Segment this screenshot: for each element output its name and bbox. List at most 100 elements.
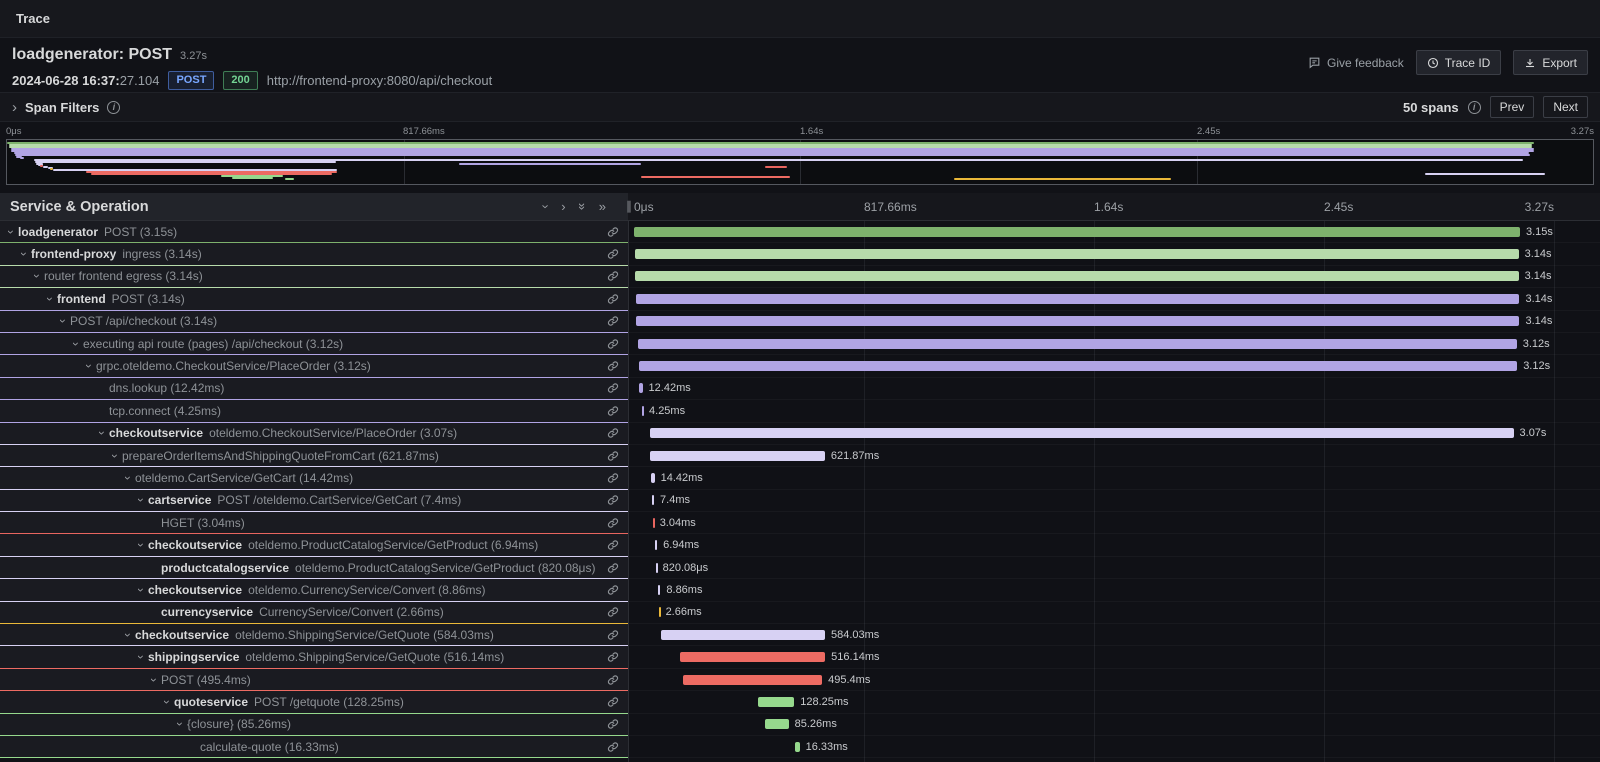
span-bar[interactable] (653, 518, 655, 528)
span-row[interactable]: ›quoteservicePOST /getquote (128.25ms)12… (0, 691, 1600, 713)
span-name-cell[interactable]: ›grpc.oteldemo.CheckoutService/PlaceOrde… (0, 355, 628, 377)
chevron-right-icon[interactable]: › (12, 100, 17, 115)
export-button[interactable]: Export (1513, 50, 1588, 75)
span-link-icon[interactable] (601, 584, 628, 596)
span-name-cell[interactable]: currencyserviceCurrencyService/Convert (… (0, 602, 628, 624)
span-name-cell[interactable]: tcp.connect (4.25ms) (0, 400, 628, 422)
span-bar[interactable] (656, 563, 658, 573)
span-bar[interactable] (638, 339, 1517, 349)
span-row[interactable]: ›shippingserviceoteldemo.ShippingService… (0, 646, 1600, 668)
span-bar[interactable] (659, 607, 661, 617)
span-name-cell[interactable]: ›checkoutserviceoteldemo.CheckoutService… (0, 423, 628, 445)
span-timeline-cell[interactable]: 7.4ms (628, 490, 1600, 512)
expand-chevron-icon[interactable]: › (135, 538, 147, 552)
expand-chevron-icon[interactable]: › (109, 449, 121, 463)
span-link-icon[interactable] (601, 427, 628, 439)
expand-chevron-icon[interactable]: › (135, 493, 147, 507)
expand-chevron-icon[interactable]: › (44, 292, 56, 306)
span-timeline-cell[interactable]: 16.33ms (628, 736, 1600, 758)
span-name-cell[interactable]: ›loadgeneratorPOST (3.15s) (0, 221, 628, 243)
span-link-icon[interactable] (601, 674, 628, 686)
span-timeline-cell[interactable]: 584.03ms (628, 624, 1600, 646)
expand-chevron-icon[interactable]: › (18, 247, 30, 261)
span-row[interactable]: ›POST (495.4ms)495.4ms (0, 669, 1600, 691)
next-span-button[interactable]: Next (1543, 96, 1588, 118)
span-timeline-cell[interactable]: 3.12s (628, 333, 1600, 355)
span-timeline-cell[interactable]: 4.25ms (628, 400, 1600, 422)
span-filters-label[interactable]: Span Filters (25, 100, 99, 115)
span-row[interactable]: ›frontend-proxyingress (3.14s)3.14s (0, 243, 1600, 265)
give-feedback-button[interactable]: Give feedback (1308, 56, 1404, 70)
span-row[interactable]: ›cartservicePOST /oteldemo.CartService/G… (0, 490, 1600, 512)
span-row[interactable]: tcp.connect (4.25ms)4.25ms (0, 400, 1600, 422)
span-bar[interactable] (758, 697, 794, 707)
span-timeline-cell[interactable]: 3.12s (628, 355, 1600, 377)
span-name-cell[interactable]: ›shippingserviceoteldemo.ShippingService… (0, 646, 628, 668)
expand-chevron-icon[interactable]: › (31, 269, 43, 283)
span-link-icon[interactable] (601, 517, 628, 529)
span-name-cell[interactable]: ›checkoutserviceoteldemo.ProductCatalogS… (0, 534, 628, 556)
span-link-icon[interactable] (601, 226, 628, 238)
expand-chevron-icon[interactable]: › (57, 314, 69, 328)
span-timeline-cell[interactable]: 2.66ms (628, 602, 1600, 624)
span-row[interactable]: ›grpc.oteldemo.CheckoutService/PlaceOrde… (0, 355, 1600, 377)
span-bar[interactable] (635, 249, 1518, 259)
span-bar[interactable] (658, 585, 660, 595)
span-timeline-cell[interactable]: 3.14s (628, 288, 1600, 310)
span-row[interactable]: calculate-quote (16.33ms)16.33ms (0, 736, 1600, 758)
expand-chevron-icon[interactable]: › (174, 717, 186, 731)
span-link-icon[interactable] (601, 338, 628, 350)
span-bar[interactable] (639, 383, 642, 393)
expand-chevron-icon[interactable]: › (122, 628, 134, 642)
expand-chevron-icon[interactable]: › (135, 650, 147, 664)
expand-chevron-icon[interactable]: › (161, 695, 173, 709)
span-link-icon[interactable] (601, 315, 628, 327)
span-row[interactable]: ›prepareOrderItemsAndShippingQuoteFromCa… (0, 445, 1600, 467)
span-timeline-cell[interactable]: 3.04ms (628, 512, 1600, 534)
span-bar[interactable] (636, 294, 1519, 304)
span-timeline-cell[interactable]: 621.87ms (628, 445, 1600, 467)
span-bar[interactable] (683, 675, 822, 685)
span-link-icon[interactable] (601, 696, 628, 708)
span-link-icon[interactable] (601, 718, 628, 730)
span-name-cell[interactable]: ›frontendPOST (3.14s) (0, 288, 628, 310)
span-timeline-cell[interactable]: 8.86ms (628, 579, 1600, 601)
span-row[interactable]: ›checkoutserviceoteldemo.ShippingService… (0, 624, 1600, 646)
span-link-icon[interactable] (601, 629, 628, 641)
span-row[interactable]: ›executing api route (pages) /api/checko… (0, 333, 1600, 355)
span-name-cell[interactable]: calculate-quote (16.33ms) (0, 736, 628, 758)
expand-chevron-icon[interactable]: › (148, 673, 160, 687)
span-name-cell[interactable]: ›executing api route (pages) /api/checko… (0, 333, 628, 355)
span-row[interactable]: ›oteldemo.CartService/GetCart (14.42ms)1… (0, 467, 1600, 489)
span-bar[interactable] (651, 473, 655, 483)
span-link-icon[interactable] (601, 248, 628, 260)
span-bar[interactable] (680, 652, 825, 662)
expand-chevron-icon[interactable]: › (83, 359, 95, 373)
span-timeline-cell[interactable]: 495.4ms (628, 669, 1600, 691)
span-bar[interactable] (650, 428, 1514, 438)
span-timeline-cell[interactable]: 6.94ms (628, 534, 1600, 556)
span-bar[interactable] (634, 227, 1520, 237)
span-bar[interactable] (795, 742, 800, 752)
span-timeline-cell[interactable]: 3.14s (628, 311, 1600, 333)
span-row[interactable]: ›router frontend egress (3.14s)3.14s (0, 266, 1600, 288)
span-link-icon[interactable] (601, 494, 628, 506)
trace-id-button[interactable]: Trace ID (1416, 50, 1502, 75)
span-bar[interactable] (636, 316, 1519, 326)
span-name-cell[interactable]: ›oteldemo.CartService/GetCart (14.42ms) (0, 467, 628, 489)
expand-chevron-icon[interactable]: › (96, 426, 108, 440)
span-bar[interactable] (655, 540, 657, 550)
span-link-icon[interactable] (601, 382, 628, 394)
expand-chevron-icon[interactable]: › (135, 583, 147, 597)
span-timeline-cell[interactable]: 516.14ms (628, 646, 1600, 668)
span-link-icon[interactable] (601, 405, 628, 417)
span-name-cell[interactable]: ›router frontend egress (3.14s) (0, 266, 628, 288)
span-row[interactable]: ›{closure} (85.26ms)85.26ms (0, 714, 1600, 736)
prev-span-button[interactable]: Prev (1490, 96, 1535, 118)
span-row[interactable]: ›checkoutserviceoteldemo.CheckoutService… (0, 423, 1600, 445)
span-timeline-cell[interactable]: 3.14s (628, 243, 1600, 265)
span-name-cell[interactable]: dns.lookup (12.42ms) (0, 378, 628, 400)
minimap[interactable] (6, 139, 1594, 185)
span-name-cell[interactable]: productcatalogserviceoteldemo.ProductCat… (0, 557, 628, 579)
expand-chevron-icon[interactable]: › (5, 225, 17, 239)
